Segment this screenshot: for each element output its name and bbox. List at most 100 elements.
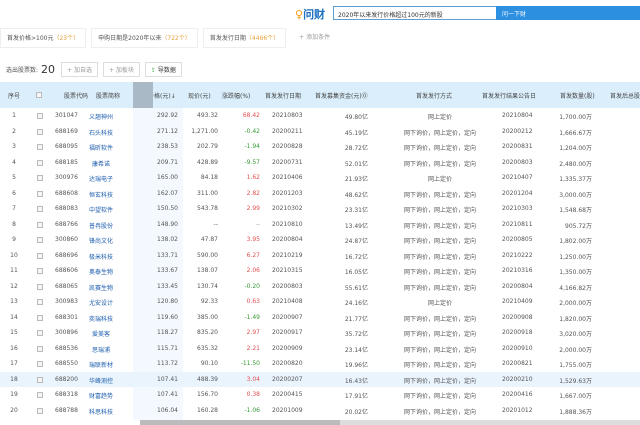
add-condition-button[interactable]: + 添加条件 (291, 28, 330, 50)
stock-code[interactable]: 688766 (55, 221, 78, 228)
column-header[interactable]: 涨跌幅(%) (222, 91, 250, 100)
stock-name[interactable]: 科思科技 (84, 407, 118, 416)
table-row[interactable]: 1 301047 义翘神州 292.92 493.32 68.42 20210803 49.8… (0, 108, 640, 123)
stock-name[interactable]: 奕瑞科技 (84, 314, 118, 323)
stock-name[interactable]: 奥泰生物 (84, 267, 118, 276)
column-header[interactable]: 首发后总股 (610, 91, 640, 100)
stock-code[interactable]: 300976 (55, 174, 78, 181)
table-row[interactable]: 13 300983 尤安设计 120.80 92.33 0.63 20210408 24.16… (0, 294, 640, 309)
stock-name[interactable]: 福昕软件 (84, 143, 118, 152)
row-checkbox[interactable] (37, 252, 43, 259)
stock-name[interactable]: 华峰测控 (84, 376, 118, 385)
column-header[interactable]: 现价(元) (188, 91, 211, 100)
column-header[interactable]: 首发发行日期 (265, 91, 301, 100)
search-button[interactable]: 问一下财 (496, 6, 640, 20)
table-row[interactable]: 16 688536 思瑞浦 115.71 635.32 2.21 20200909 23.14… (0, 341, 640, 356)
stock-name[interactable]: 瑞联新材 (84, 360, 118, 369)
table-row[interactable]: 14 688301 奕瑞科技 119.60 385.00 -1.49 20200907 21.… (0, 310, 640, 325)
table-row[interactable]: 11 688606 奥泰生物 133.67 138.07 2.06 20210315 16.0… (0, 263, 640, 278)
stock-name[interactable]: 义翘神州 (84, 112, 118, 121)
row-checkbox[interactable] (37, 407, 43, 414)
stock-name[interactable]: 普冉股份 (84, 221, 118, 230)
stock-code[interactable]: 688608 (55, 190, 78, 197)
stock-code[interactable]: 301047 (55, 112, 78, 119)
stock-code[interactable]: 688318 (55, 391, 78, 398)
stock-name[interactable]: 达瑞电子 (84, 174, 118, 183)
column-header[interactable]: 股票代码 (64, 91, 88, 100)
table-row[interactable]: 9 300860 锋尚文化 138.02 47.87 3.95 20200804 24.87亿… (0, 232, 640, 247)
stock-name[interactable]: 思瑞浦 (84, 345, 118, 354)
table-row[interactable]: 6 688608 恒玄科技 162.07 311.00 2.82 20201203 48.62… (0, 186, 640, 201)
column-header[interactable]: 序号 (8, 91, 20, 100)
stock-code[interactable]: 688095 (55, 143, 78, 150)
stock-code[interactable]: 688550 (55, 360, 78, 367)
row-checkbox[interactable] (37, 206, 43, 212)
row-checkbox[interactable] (37, 237, 43, 243)
table-row[interactable]: 17 688550 瑞联新材 113.72 90.10 -11.50 20200820 19.… (0, 356, 640, 371)
scrollbar-thumb[interactable] (140, 420, 340, 425)
row-checkbox[interactable] (37, 345, 43, 352)
row-checkbox[interactable] (37, 392, 43, 398)
stock-code[interactable]: 688065 (55, 283, 78, 290)
stock-name[interactable]: 恒玄科技 (84, 190, 118, 199)
stock-code[interactable]: 300896 (55, 329, 78, 336)
table-row[interactable]: 19 688318 财富趋势 107.41 156.70 0.38 20200415 17.9… (0, 387, 640, 402)
stock-code[interactable]: 688200 (55, 376, 78, 383)
iwencai-logo[interactable]: ♀问财 (295, 6, 325, 22)
table-row[interactable]: 8 688766 普冉股份 148.90 -- -- 20210810 13.49亿 网下询价，… (0, 217, 640, 232)
column-header[interactable]: 首发发行结果公告日 (482, 91, 536, 100)
row-checkbox[interactable] (37, 283, 43, 290)
stock-name[interactable]: 中望软件 (84, 205, 118, 214)
row-checkbox[interactable] (37, 221, 43, 228)
stock-name[interactable]: 石头科技 (84, 128, 118, 137)
table-row[interactable]: 4 688185 康希诺 209.71 428.89 -9.57 20200731 52.01… (0, 155, 640, 170)
column-header[interactable]: 首发发行方式 (416, 91, 452, 100)
row-checkbox[interactable] (37, 175, 43, 181)
stock-code[interactable]: 688185 (55, 159, 78, 166)
stock-name[interactable]: 康希诺 (84, 159, 118, 168)
stock-code[interactable]: 688083 (55, 205, 78, 212)
stock-code[interactable]: 688696 (55, 252, 78, 259)
table-row[interactable]: 15 300896 爱美客 118.27 835.20 2.97 20200917 35.72… (0, 325, 640, 340)
column-header[interactable]: 股票简称 (96, 91, 120, 100)
stock-code[interactable]: 300860 (55, 236, 78, 243)
stock-code[interactable]: 688606 (55, 267, 78, 274)
table-row[interactable]: 10 688696 极米科技 133.71 590.00 6.27 20210219 16.7… (0, 248, 640, 263)
add-block-button[interactable]: + 加板块 (102, 62, 140, 77)
column-header[interactable]: 首发募集资金(元)⓪ (315, 91, 368, 100)
stock-code[interactable]: 688536 (55, 345, 78, 352)
row-checkbox[interactable] (37, 314, 43, 321)
column-header[interactable]: 首发数量(股) (560, 91, 595, 100)
table-row[interactable]: 12 688065 凯赛生物 133.45 130.74 -0.20 20200803 55.… (0, 279, 640, 294)
row-checkbox[interactable] (37, 330, 43, 336)
condition-chip[interactable]: 首发发行日期（4466个） (202, 28, 287, 48)
row-checkbox[interactable] (37, 190, 43, 197)
table-row[interactable]: 7 688083 中望软件 150.50 543.78 2.99 20210302 23.31… (0, 201, 640, 216)
table-row[interactable]: 2 688169 石头科技 271.12 1,271.00 -0.42 20200211 45… (0, 124, 640, 139)
stock-name[interactable]: 极米科技 (84, 252, 118, 261)
condition-chip[interactable]: 申购日期是2020年以来（722个） (91, 28, 198, 48)
stock-name[interactable]: 爱美客 (84, 329, 118, 338)
select-all-checkbox[interactable] (36, 92, 42, 98)
stock-code[interactable]: 688301 (55, 314, 78, 321)
condition-chip[interactable]: 首发价格>100元（23个） (0, 28, 87, 48)
export-data-button[interactable]: ⇪ 导数据 (144, 62, 182, 77)
row-checkbox[interactable] (37, 144, 43, 150)
table-row[interactable]: 5 300976 达瑞电子 165.00 84.18 1.62 20210406 21.93亿… (0, 170, 640, 185)
horizontal-scrollbar[interactable] (140, 420, 640, 425)
table-row[interactable]: 20 688788 科思科技 106.04 160.28 -1.06 20201009 20.… (0, 403, 640, 418)
table-row[interactable]: 3 688095 福昕软件 238.53 202.79 -1.94 20200828 28.7… (0, 139, 640, 154)
row-checkbox[interactable] (37, 159, 43, 166)
add-watchlist-button[interactable]: + 加自选 (61, 62, 98, 77)
search-input[interactable]: 2020年以来发行价格超过100元的新股 (333, 6, 497, 20)
stock-name[interactable]: 尤安设计 (84, 298, 118, 307)
stock-code[interactable]: 688788 (55, 407, 78, 414)
row-checkbox[interactable] (37, 299, 43, 305)
row-checkbox[interactable] (37, 268, 43, 274)
row-checkbox[interactable] (37, 361, 43, 367)
stock-code[interactable]: 688169 (55, 128, 78, 135)
stock-name[interactable]: 凯赛生物 (84, 283, 118, 292)
stock-name[interactable]: 财富趋势 (84, 391, 118, 400)
stock-code[interactable]: 300983 (55, 298, 78, 305)
row-checkbox[interactable] (37, 128, 43, 135)
